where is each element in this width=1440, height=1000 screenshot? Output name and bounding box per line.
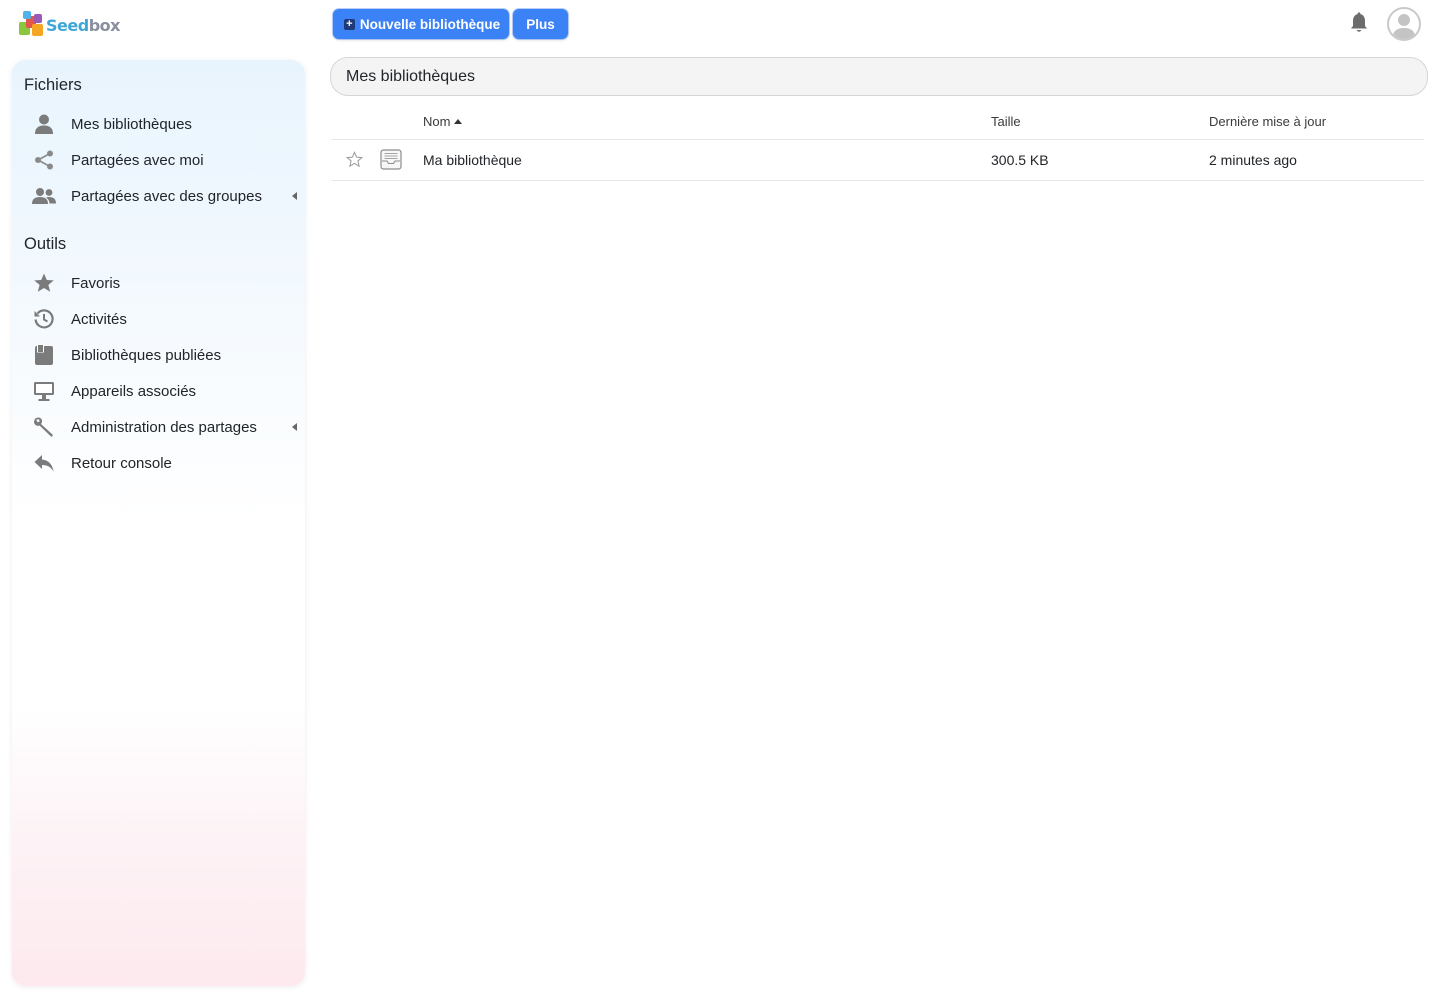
page-title: Mes bibliothèques	[346, 67, 475, 85]
published-library-icon	[32, 343, 56, 367]
group-icon	[32, 184, 56, 208]
reply-icon	[32, 451, 56, 475]
column-header-name[interactable]: Nom	[423, 114, 463, 129]
user-avatar[interactable]	[1387, 7, 1421, 41]
sidebar-item-label: Activités	[71, 310, 127, 328]
sort-asc-icon	[454, 119, 463, 124]
sidebar-item-label: Bibliothèques publiées	[71, 346, 222, 364]
column-header-size-label: Taille	[991, 114, 1021, 129]
logo-mark-icon	[17, 10, 45, 38]
files-heading: Fichiers	[24, 76, 82, 94]
sidebar-item-activities[interactable]: Activités	[32, 304, 297, 334]
share-icon	[32, 148, 56, 172]
bell-icon[interactable]	[1349, 12, 1369, 34]
sidebar-item-shared-with-groups[interactable]: Partagées avec des groupes	[32, 181, 297, 211]
column-header-size[interactable]: Taille	[991, 114, 1021, 129]
history-icon	[32, 307, 56, 331]
avatar-icon	[1392, 14, 1416, 39]
sidebar-item-back-to-console[interactable]: Retour console	[32, 448, 297, 478]
column-header-name-label: Nom	[423, 114, 451, 129]
seedbox-logo[interactable]: Seedbox	[17, 9, 125, 39]
sidebar-item-label: Appareils associés	[71, 382, 197, 400]
sidebar-item-label: Favoris	[71, 274, 121, 292]
sidebar-item-label: Partagées avec des groupes	[71, 187, 262, 205]
new-library-button[interactable]: + Nouvelle bibliothèque	[333, 9, 509, 39]
caret-left-icon[interactable]	[292, 423, 297, 431]
caret-left-icon[interactable]	[292, 192, 297, 200]
more-label: Plus	[526, 16, 555, 32]
sidebar-item-linked-devices[interactable]: Appareils associés	[32, 376, 297, 406]
sidebar-item-published-libraries[interactable]: Bibliothèques publiées	[32, 340, 297, 370]
wrench-icon	[32, 415, 56, 439]
sidebar-item-shared-with-me[interactable]: Partagées avec moi	[32, 145, 297, 175]
user-icon	[32, 112, 56, 136]
new-library-label: Nouvelle bibliothèque	[359, 16, 501, 32]
sidebar-item-favorites[interactable]: Favoris	[32, 268, 297, 298]
sidebar-item-label: Retour console	[71, 454, 172, 472]
star-icon	[32, 271, 56, 295]
sidebar-item-label: Mes bibliothèques	[71, 115, 192, 133]
column-header-updated-label: Dernière mise à jour	[1209, 114, 1327, 129]
library-name-link[interactable]: Ma bibliothèque	[423, 152, 522, 168]
library-icon	[380, 149, 402, 173]
sidebar-item-label: Administration des partages	[71, 418, 257, 436]
more-button[interactable]: Plus	[513, 9, 568, 39]
column-header-updated[interactable]: Dernière mise à jour	[1209, 114, 1326, 129]
tools-heading: Outils	[24, 235, 67, 253]
sidebar: Fichiers Mes bibliothèques Partagées ave…	[12, 60, 305, 986]
path-bar: Mes bibliothèques	[330, 57, 1428, 96]
table-row[interactable]: Ma bibliothèque 300.5 KB 2 minutes ago	[332, 140, 1424, 180]
plus-icon: +	[343, 18, 355, 30]
table-row-divider	[332, 180, 1424, 181]
sidebar-item-my-libraries[interactable]: Mes bibliothèques	[32, 109, 297, 139]
sidebar-item-label: Partagées avec moi	[71, 151, 204, 169]
library-updated: 2 minutes ago	[1209, 152, 1297, 168]
sidebar-item-share-admin[interactable]: Administration des partages	[32, 412, 297, 442]
top-header: Seedbox + Nouvelle bibliothèque Plus	[0, 0, 1440, 50]
star-outline-icon[interactable]	[345, 151, 364, 171]
monitor-icon	[32, 379, 56, 403]
logo-text: Seedbox	[46, 15, 120, 35]
library-size: 300.5 KB	[991, 152, 1049, 168]
